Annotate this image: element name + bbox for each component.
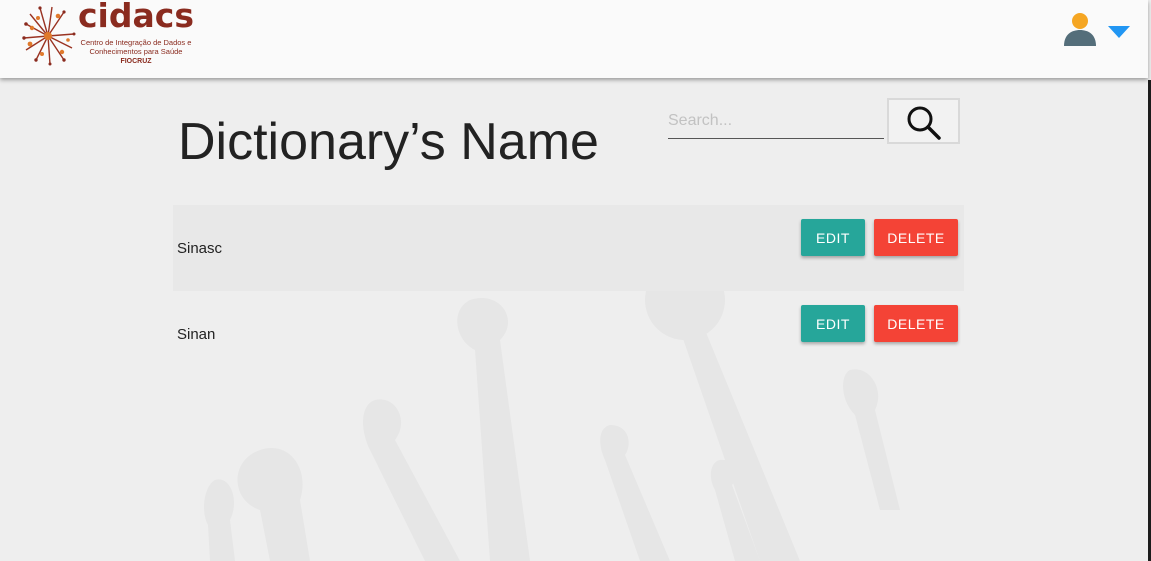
page: cidacs Centro de Integração de Dados e C… [0,0,1151,561]
triangle-down-icon[interactable] [1108,26,1130,40]
search-input[interactable] [668,104,884,139]
person-icon[interactable] [1058,10,1102,48]
delete-button[interactable]: DELETE [874,305,958,342]
edit-button[interactable]: EDIT [801,219,865,256]
cidacs-logo[interactable]: cidacs Centro de Integração de Dados e C… [18,0,198,72]
logo-subtitle: Centro de Integração de Dados e Conhecim… [80,38,192,56]
user-menu[interactable] [1058,8,1138,48]
dictionary-name: Sinan [177,326,216,343]
page-title: Dictionary’s Name [178,113,599,171]
dictionary-name: Sinasc [177,240,223,257]
list-item: Sinasc EDIT DELETE [173,205,964,291]
logo-wordmark: cidacs [78,0,194,35]
list-item: Sinan EDIT DELETE [173,291,964,377]
search-button[interactable] [887,98,960,144]
delete-button[interactable]: DELETE [874,219,958,256]
logo-burst-icon [22,6,76,66]
edit-button[interactable]: EDIT [801,305,865,342]
logo-org: FIOCRUZ [120,58,152,65]
app-header: cidacs Centro de Integração de Dados e C… [0,0,1148,78]
search-icon [907,106,941,140]
